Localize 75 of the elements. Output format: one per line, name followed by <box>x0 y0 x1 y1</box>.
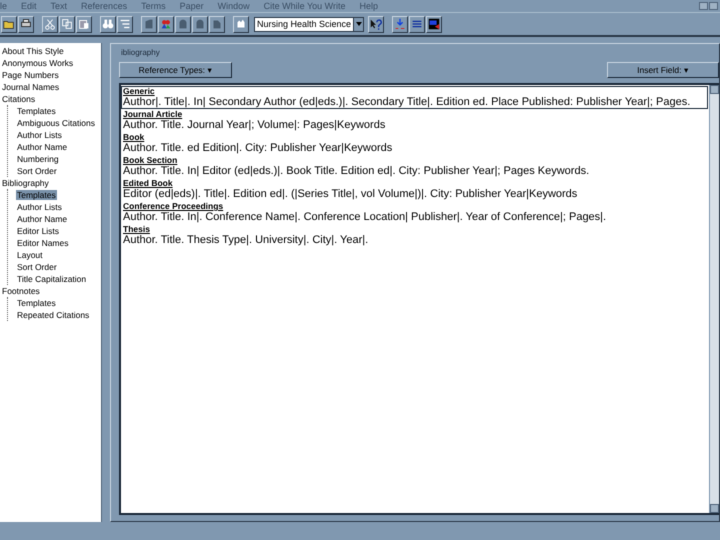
reference-type-heading: Edited Book <box>122 178 174 188</box>
lines-button[interactable] <box>117 16 133 32</box>
template-entry[interactable]: Conference Proceedings Author. Title. In|. Conference Name|. Conference Location| Publisher|. Year of Conference|; Pages|. <box>121 201 708 224</box>
template-text: Author. Title. ed Edition|. City: Publisher Year|Keywords <box>122 142 394 155</box>
binoculars-icon <box>101 17 115 31</box>
dropdown-arrow-icon <box>356 22 362 26</box>
tree-item[interactable]: Author Lists <box>16 202 63 212</box>
binoculars-button[interactable] <box>100 16 116 32</box>
minimize-button[interactable] <box>699 2 708 10</box>
reference-type-heading: Book <box>122 132 146 142</box>
people-button[interactable] <box>158 16 174 32</box>
page-button[interactable] <box>209 16 225 32</box>
list-button[interactable] <box>409 16 425 32</box>
help-pointer-button[interactable] <box>368 16 384 32</box>
reference-types-button[interactable]: Reference Types: ▾ <box>119 62 232 78</box>
page-button[interactable] <box>141 16 157 32</box>
template-entry[interactable]: Journal Article Author. Title. Journal Year|; Volume|: Pages|Keywords <box>121 109 708 132</box>
copy-button[interactable] <box>59 16 75 32</box>
tree-item[interactable]: Repeated Citations <box>16 310 90 320</box>
tree-item[interactable]: Citations <box>1 94 36 104</box>
template-text: Author. Title. Journal Year|; Volume|: Pages|Keywords <box>122 119 386 132</box>
printer-button[interactable] <box>18 16 34 32</box>
tree-item[interactable]: Author Name <box>16 142 68 152</box>
tree-item[interactable]: Templates <box>16 298 57 308</box>
tree-item[interactable]: Sort Order <box>16 166 58 176</box>
flag-button[interactable] <box>426 16 442 32</box>
template-entry[interactable]: Book Author. Title. ed Edition|. City: Publisher Year|Keywords <box>121 132 708 155</box>
template-text: Author. Title. In| Editor (ed|eds.)|. Book Title. Edition ed|. City: Publisher Year|; Pages Keywords. <box>122 165 590 178</box>
scissors-icon <box>43 17 57 31</box>
template-text: Author|. Title|. In| Secondary Author (ed|eds.)|. Secondary Title|. Edition ed. Place Published: Publisher Year|; Pages. <box>122 96 692 109</box>
insert-field-button[interactable]: Insert Field: ▾ <box>607 62 719 78</box>
tree-item[interactable]: Ambiguous Citations <box>16 118 96 128</box>
download-icon <box>393 17 407 31</box>
download-button[interactable] <box>392 16 408 32</box>
tree-item[interactable]: About This Style <box>1 46 65 56</box>
tree-item[interactable]: Title Capitalization <box>16 274 88 284</box>
scissors-button[interactable] <box>42 16 58 32</box>
template-text: Editor (ed|eds)|. Title|. Edition ed|. (|Series Title|, vol Volume|)|. City: Publisher Year|Keywords <box>122 188 578 201</box>
template-entry[interactable]: Edited Book Editor (ed|eds)|. Title|. Edition ed|. (|Series Title|, vol Volume|)|. City: Publisher Year|Keywords <box>121 178 708 201</box>
tree-item[interactable]: Author Name <box>16 214 68 224</box>
tree-item[interactable]: Editor Names <box>16 238 70 248</box>
tree-item[interactable]: Bibliography <box>1 178 50 188</box>
library-dropdown[interactable]: Nursing Health Science <box>254 16 364 32</box>
tree-item[interactable]: Footnotes <box>1 286 41 296</box>
tree-item[interactable]: Page Numbers <box>1 70 60 80</box>
tree-item[interactable]: Editor Lists <box>16 226 60 236</box>
scrollbar[interactable] <box>709 85 719 513</box>
group-title: ibliography <box>121 48 161 58</box>
copy-icon <box>60 17 74 31</box>
template-entry[interactable]: Book Section Author. Title. In| Editor (ed|eds.)|. Book Title. Edition ed|. City: Publisher Year|; Pages Keywords. <box>121 155 708 178</box>
template-text: Author. Title. Thesis Type|. University|. City|. Year|. <box>122 234 370 247</box>
reference-type-heading: Generic <box>122 86 156 96</box>
paste-icon <box>77 17 91 31</box>
reference-type-heading: Conference Proceedings <box>122 201 224 211</box>
tree-item[interactable]: Templates <box>16 190 57 200</box>
tree-item[interactable]: Numbering <box>16 154 60 164</box>
tree-item[interactable]: Layout <box>16 250 44 260</box>
help-pointer-icon <box>369 17 383 31</box>
tree-item[interactable]: Author Lists <box>16 130 63 140</box>
tree-item[interactable]: Anonymous Works <box>1 58 74 68</box>
folder-button[interactable] <box>1 16 17 32</box>
reference-type-heading: Thesis <box>122 224 151 234</box>
flag-icon <box>427 17 441 31</box>
template-text: Author. Title. In|. Conference Name|. Conference Location| Publisher|. Year of Conference|; Pages|. <box>122 211 608 224</box>
template-entry[interactable]: Thesis Author. Title. Thesis Type|. University|. City|. Year|. <box>121 224 708 247</box>
tree-item[interactable]: Sort Order <box>16 262 58 272</box>
lines-icon <box>118 17 132 31</box>
template-block[interactable]: Generic Author|. Title|. In| Secondary Author (ed|eds.)|. Secondary Title|. Edition ed. Place Published: Publisher Year|; Pages. <box>121 86 708 109</box>
paste-button[interactable] <box>76 16 92 32</box>
tree-item[interactable]: Templates <box>16 106 57 116</box>
reference-type-heading: Journal Article <box>122 109 184 119</box>
tree-item[interactable]: Journal Names <box>1 82 60 92</box>
reference-type-heading: Book Section <box>122 155 178 165</box>
people-icon <box>159 17 173 31</box>
maximize-button[interactable] <box>709 2 718 10</box>
